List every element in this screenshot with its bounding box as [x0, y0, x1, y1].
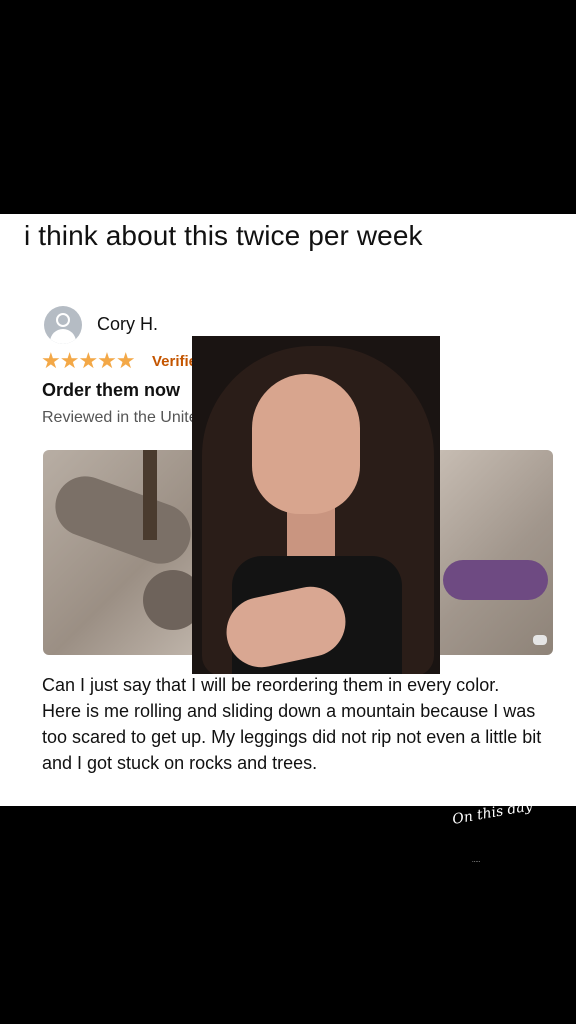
- reviewer-name: Cory H.: [97, 314, 159, 334]
- on-this-day-sublabel: .....: [472, 858, 481, 864]
- review-body: Can I just say that I will be reordering…: [42, 675, 542, 773]
- creator-video-overlay: [192, 336, 440, 674]
- star-rating: ★★★★★: [41, 348, 136, 373]
- caption-text: i think about this twice per week: [24, 220, 423, 251]
- review-title: Order them now: [42, 380, 181, 400]
- screenshot-card: i think about this twice per week Cory H…: [0, 214, 576, 806]
- user-avatar-icon: [44, 306, 82, 344]
